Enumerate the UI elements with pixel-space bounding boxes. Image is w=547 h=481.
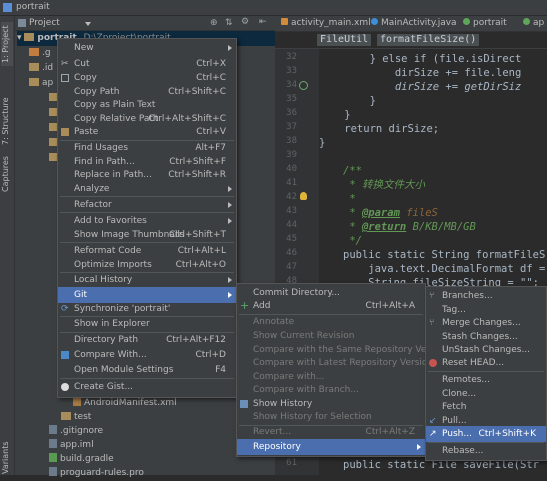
menu-item-show-in-explorer[interactable]: Show in Explorer	[58, 316, 236, 332]
tree-item[interactable]: .id	[29, 61, 53, 76]
github-icon	[61, 383, 69, 391]
editor-tabs: activity_main.xml MainActivity.java port…	[275, 16, 547, 32]
pull-icon: ↙	[429, 416, 437, 426]
variants-tool-tab[interactable]: Variants	[1, 441, 13, 474]
menu-item-compare-with[interactable]: Compare With... Ctrl+D	[58, 347, 236, 363]
menu-item-local-history[interactable]: Local History	[58, 272, 236, 288]
chevron-down-icon[interactable]	[85, 22, 91, 26]
git-add[interactable]: + Add Ctrl+Alt+A	[237, 298, 425, 314]
code-line: public static String formatFileS	[343, 249, 546, 261]
hide-icon[interactable]: ⇤	[259, 17, 267, 27]
xml-file-icon	[281, 18, 288, 25]
structure-tool-tab[interactable]: 7: Structure	[1, 96, 13, 146]
reset-icon	[429, 359, 437, 367]
code-line: *	[343, 193, 356, 205]
project-view-selector[interactable]: Project	[29, 18, 60, 28]
menu-item-show-image-thumbnails[interactable]: Show Image Thumbnails Ctrl+Shift+T	[58, 227, 236, 243]
code-line: } else if (file.isDirect	[319, 53, 522, 65]
code-line: * @return B/KB/MB/GB	[343, 221, 476, 233]
repo-rebase[interactable]: Rebase...	[426, 443, 546, 459]
tab-main-activity[interactable]: MainActivity.java	[367, 17, 461, 30]
push-icon: ↗	[429, 429, 437, 439]
menu-item-refactor[interactable]: Refactor	[58, 197, 236, 213]
project-panel-header: Project ⊕ ⇅ ⚙ ⇤	[15, 16, 275, 31]
tab-portrait[interactable]: portrait	[459, 17, 511, 30]
git-submenu: Commit Directory... + Add Ctrl+Alt+A Annot…	[236, 283, 448, 457]
lightbulb-icon[interactable]	[300, 192, 307, 200]
tab-activity-main[interactable]: activity_main.xml	[277, 17, 375, 30]
project-tool-tab[interactable]: 1: Project	[1, 22, 13, 66]
project-view-icon	[18, 19, 26, 27]
class-icon	[371, 18, 378, 25]
plus-icon: +	[240, 299, 250, 312]
gear-icon[interactable]: ⚙	[241, 17, 249, 27]
override-gutter-icon[interactable]	[299, 81, 308, 90]
code-line: /**	[343, 165, 362, 177]
git-show-history-selection[interactable]: Show History for Selection	[237, 409, 425, 425]
tree-item[interactable]: .gitignore	[49, 424, 103, 439]
tree-item[interactable]: AndroidManifest.xml	[73, 396, 177, 411]
code-line: return dirSize;	[319, 123, 440, 135]
code-line: * 转换文件大小	[343, 179, 425, 191]
window-title: portrait	[16, 2, 50, 12]
tree-item[interactable]: proguard-rules.pro	[49, 466, 144, 481]
menu-item-synchronize[interactable]: ⟳ Synchronize 'portrait'	[58, 301, 236, 317]
breadcrumb-method[interactable]: formatFileSize()	[377, 34, 480, 46]
menu-item-optimize-imports[interactable]: Optimize Imports Ctrl+Alt+O	[58, 257, 236, 273]
code-line: java.text.DecimalFormat df =	[343, 263, 546, 275]
code-line: dirSize += file.leng	[319, 67, 522, 79]
code-line: }	[319, 95, 376, 107]
tree-item[interactable]: app.iml	[49, 438, 94, 453]
menu-item-paste[interactable]: Paste Ctrl+V	[58, 124, 236, 140]
paste-icon	[61, 128, 69, 136]
sync-icon: ⟳	[61, 304, 69, 314]
menu-item-create-gist[interactable]: Create Gist...	[58, 379, 236, 395]
menu-item-analyze[interactable]: Analyze	[58, 181, 236, 197]
scissors-icon: ✂	[61, 59, 69, 69]
tree-item[interactable]: test	[61, 410, 91, 425]
menu-item-new[interactable]: New	[58, 40, 236, 56]
repo-push[interactable]: ↗ Push... Ctrl+Shift+K	[426, 426, 546, 442]
compare-icon	[61, 351, 69, 359]
title-bar: portrait	[0, 0, 547, 16]
sync-icon[interactable]: ⊕	[210, 18, 218, 28]
history-icon	[240, 400, 248, 408]
merge-icon: ⑂	[429, 318, 435, 328]
code-line: }	[319, 109, 351, 121]
breadcrumb-class[interactable]: FileUtil	[317, 34, 372, 46]
collapse-icon[interactable]: ⇅	[225, 18, 233, 28]
code-line: }	[319, 137, 326, 149]
git-revert[interactable]: Revert... Ctrl+Alt+Z	[237, 424, 425, 440]
left-tool-strip: 1: Project 7: Structure Captures Variant…	[0, 16, 15, 475]
repo-reset-head[interactable]: Reset HEAD...	[426, 355, 546, 371]
code-line: dirSize += getDirSiz	[319, 81, 522, 93]
menu-item-directory-path[interactable]: Directory Path Ctrl+Alt+F12	[58, 332, 236, 348]
copy-icon	[61, 74, 69, 82]
repository-submenu: ⑂ Branches... Tag... ⑂ Merge Changes... St…	[425, 286, 547, 461]
captures-tool-tab[interactable]: Captures	[1, 154, 13, 194]
module-icon	[463, 18, 470, 25]
menu-item-open-module-settings[interactable]: Open Module Settings F4	[58, 362, 236, 378]
module-icon	[523, 18, 530, 25]
code-line: */	[343, 235, 362, 247]
tree-item[interactable]: build.gradle	[49, 452, 114, 467]
branch-icon: ⑂	[429, 291, 435, 301]
context-menu: New ✂ Cut Ctrl+X Copy Ctrl+C Copy Path Ctrl+…	[57, 38, 237, 398]
tab-app[interactable]: ap	[519, 17, 547, 30]
tree-item[interactable]: .g	[29, 46, 51, 61]
code-line: * @param fileS	[343, 207, 438, 219]
tree-item[interactable]: ap	[29, 76, 53, 91]
breadcrumb: FileUtil formatFileSize()	[275, 32, 547, 49]
git-repository[interactable]: Repository	[237, 439, 425, 455]
app-icon	[3, 3, 12, 12]
